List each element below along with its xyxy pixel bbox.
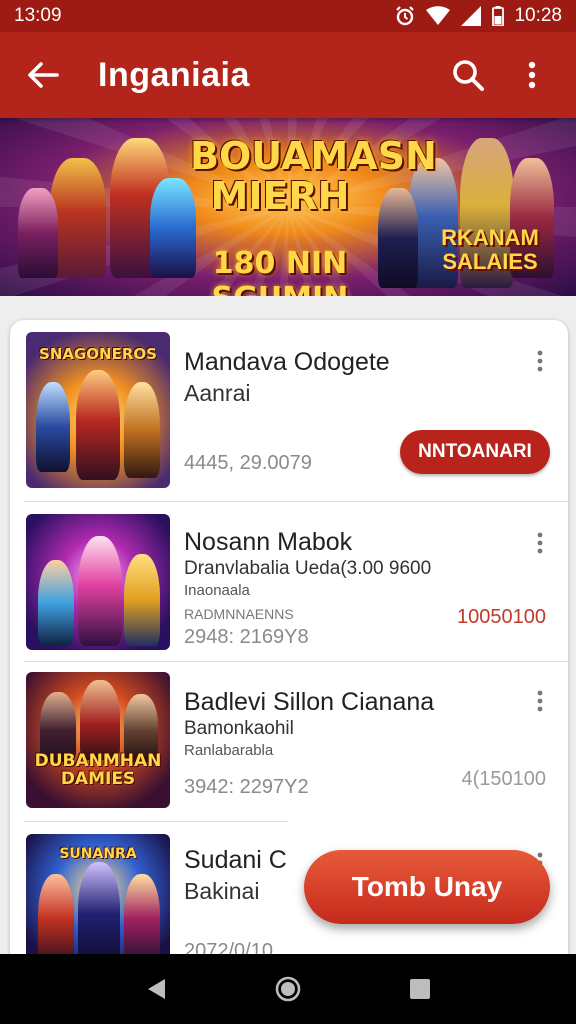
more-vert-icon — [537, 350, 543, 372]
nav-back-button[interactable] — [136, 969, 176, 1009]
thumb-logo: SUNANRA — [59, 846, 137, 862]
app-detail-2: RADMNNAENNS — [184, 606, 294, 622]
app-price: 4(150100 — [461, 768, 546, 790]
app-meta: 2948: 2169Y8 — [184, 626, 309, 648]
app-price: 10050100 — [457, 606, 546, 628]
app-thumbnail — [26, 514, 170, 650]
app-list-item[interactable]: SNAGONEROS Mandava Odogete Aanrai 4445, … — [10, 320, 568, 502]
square-recents-icon — [410, 979, 430, 999]
app-thumbnail: SUNANRA — [26, 834, 170, 970]
search-button[interactable] — [442, 49, 494, 101]
app-name: Badlevi Sillon Cianana — [184, 688, 435, 716]
item-menu-button[interactable] — [530, 346, 550, 376]
triangle-back-icon — [148, 979, 165, 999]
app-name: Nosann Mabok — [184, 528, 353, 556]
banner-badge-line1: RKANAM — [441, 225, 539, 250]
app-list-item[interactable]: Nosann Mabok Dranvlabalia Ueda(3.00 9600… — [10, 502, 568, 662]
thumb-figure — [36, 382, 70, 472]
hero-figure-left — [50, 158, 106, 278]
thumb-figure — [124, 382, 160, 478]
nav-home-button[interactable] — [268, 969, 308, 1009]
circle-home-icon — [275, 976, 301, 1002]
app-subtitle: Bamonkaohil — [184, 718, 294, 739]
floating-action-button[interactable]: Tomb Unay — [304, 850, 550, 924]
item-menu-button[interactable] — [530, 528, 550, 558]
overflow-menu-button[interactable] — [506, 49, 558, 101]
app-meta: 3942: 2297Y2 — [184, 776, 309, 798]
banner-title: BOUAMASN MIERH — [190, 134, 437, 218]
thumb-figure — [78, 862, 120, 966]
thumb-figure — [38, 560, 74, 646]
app-bar: Inganiaia — [0, 32, 576, 118]
app-name: Mandava Odogete — [184, 348, 390, 376]
app-subtitle: Dranvlabalia Ueda(3.00 9600 — [184, 558, 432, 579]
more-vert-icon — [537, 690, 543, 712]
app-detail: Inaonaala — [184, 582, 250, 599]
thumb-logo: SNAGONEROS — [39, 345, 157, 363]
item-menu-button[interactable] — [530, 686, 550, 716]
nav-recents-button[interactable] — [400, 969, 440, 1009]
app-bar-title: Inganiaia — [98, 55, 250, 94]
back-button[interactable] — [18, 50, 68, 100]
arrow-back-icon — [28, 62, 59, 88]
thumb-figure — [80, 680, 120, 760]
app-list-item[interactable]: DUBANMHAN DAMIES Badlevi Sillon Cianana … — [10, 662, 568, 822]
promo-banner[interactable]: BOUAMASN MIERH 180 NIN SGUMIN RKANAM SAL… — [0, 118, 576, 296]
app-meta: 4445, 29.0079 — [184, 452, 312, 474]
status-time-right: 10:28 — [514, 5, 562, 26]
app-subtitle: Bakinai — [184, 878, 260, 904]
alarm-icon — [396, 6, 415, 26]
banner-badge-line2: SALAIES — [442, 249, 538, 274]
wifi-icon — [426, 6, 451, 25]
status-bar: 13:09 10:28 — [0, 0, 576, 32]
install-button[interactable]: NNTOANARI — [400, 430, 550, 474]
banner-subtitle: 180 NIN SGUMIN — [212, 246, 349, 296]
signal-icon — [461, 6, 482, 26]
thumb-figure — [124, 554, 160, 646]
thumb-logo: DUBANMHAN DAMIES — [34, 751, 162, 789]
app-detail: Ranlabarabla — [184, 742, 274, 759]
battery-icon — [492, 6, 505, 26]
banner-title-line2: MIERH — [210, 174, 350, 218]
thumb-figure — [38, 874, 74, 964]
status-time-left: 13:09 — [14, 5, 62, 26]
search-icon — [453, 60, 484, 91]
banner-badge: RKANAM SALAIES — [432, 226, 548, 274]
more-vert-icon — [528, 61, 536, 89]
app-thumbnail: SNAGONEROS — [26, 332, 170, 488]
more-vert-icon — [537, 532, 543, 554]
thumb-figure — [78, 536, 122, 646]
app-name: Sudani C — [184, 846, 287, 874]
app-subtitle: Aanrai — [184, 380, 251, 406]
hero-figure-left-4 — [18, 188, 58, 278]
banner-title-line1: BOUAMASN — [190, 134, 437, 178]
app-thumbnail: DUBANMHAN DAMIES — [26, 672, 170, 808]
system-nav-bar — [0, 954, 576, 1024]
thumb-figure — [76, 370, 120, 480]
thumb-figure — [124, 874, 160, 964]
